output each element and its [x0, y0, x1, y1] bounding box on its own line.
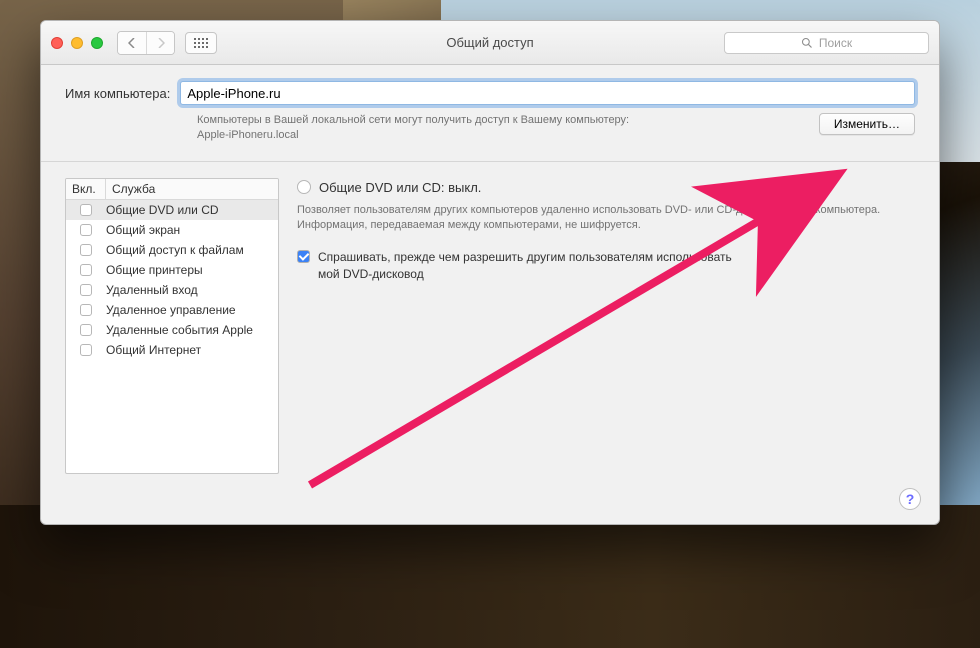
back-button[interactable] [118, 32, 146, 54]
search-field[interactable]: Поиск [724, 32, 929, 54]
service-row[interactable]: Общие DVD или CD [66, 200, 278, 220]
service-checkbox[interactable] [80, 224, 92, 236]
service-label: Общий экран [106, 223, 278, 237]
service-row[interactable]: Удаленные события Apple [66, 320, 278, 340]
service-row[interactable]: Общие принтеры [66, 260, 278, 280]
window-controls [51, 37, 103, 49]
services-table-body: Общие DVD или CD Общий экран Общий досту… [66, 200, 278, 360]
service-label: Общие DVD или CD [106, 203, 278, 217]
service-label: Общий доступ к файлам [106, 243, 278, 257]
services-table-header: Вкл. Служба [66, 179, 278, 200]
service-label: Общие принтеры [106, 263, 278, 277]
services-table: Вкл. Служба Общие DVD или CD Общий экран… [65, 178, 279, 474]
titlebar: Общий доступ Поиск [41, 21, 939, 65]
grid-icon [194, 38, 208, 48]
service-detail-pane: Общие DVD или CD: выкл. Позволяет пользо… [297, 178, 915, 502]
service-checkbox[interactable] [80, 204, 92, 216]
computer-name-label: Имя компьютера: [65, 86, 170, 101]
service-checkbox[interactable] [80, 304, 92, 316]
close-window-button[interactable] [51, 37, 63, 49]
forward-button[interactable] [146, 32, 174, 54]
ask-before-allow-checkbox[interactable] [297, 250, 310, 263]
service-row[interactable]: Общий Интернет [66, 340, 278, 360]
computer-name-input[interactable] [180, 81, 915, 105]
service-row[interactable]: Общий доступ к файлам [66, 240, 278, 260]
search-icon [801, 37, 813, 49]
service-checkbox[interactable] [80, 344, 92, 356]
status-radio-off[interactable] [297, 180, 311, 194]
computer-name-section: Имя компьютера: Компьютеры в Вашей локал… [41, 65, 939, 162]
service-status-description: Позволяет пользователям других компьютер… [297, 203, 915, 234]
show-all-button[interactable] [185, 32, 217, 54]
column-header-service[interactable]: Служба [106, 179, 278, 199]
help-button[interactable]: ? [899, 488, 921, 510]
edit-hostname-button[interactable]: Изменить… [819, 113, 915, 135]
sharing-prefpane-window: Общий доступ Поиск Имя компьютера: Компь… [40, 20, 940, 525]
service-label: Удаленный вход [106, 283, 278, 297]
service-row[interactable]: Общий экран [66, 220, 278, 240]
service-status-title: Общие DVD или CD: выкл. [319, 180, 481, 195]
zoom-window-button[interactable] [91, 37, 103, 49]
main-area: Вкл. Служба Общие DVD или CD Общий экран… [41, 162, 939, 524]
minimize-window-button[interactable] [71, 37, 83, 49]
ask-before-allow-label: Спрашивать, прежде чем разрешить другим … [318, 249, 738, 281]
service-checkbox[interactable] [80, 324, 92, 336]
service-checkbox[interactable] [80, 264, 92, 276]
column-header-on[interactable]: Вкл. [66, 179, 106, 199]
service-label: Общий Интернет [106, 343, 278, 357]
service-row[interactable]: Удаленное управление [66, 300, 278, 320]
service-checkbox[interactable] [80, 244, 92, 256]
service-label: Удаленные события Apple [106, 323, 278, 337]
search-placeholder: Поиск [819, 36, 852, 50]
nav-segmented-control [117, 31, 175, 55]
service-label: Удаленное управление [106, 303, 278, 317]
service-checkbox[interactable] [80, 284, 92, 296]
computer-name-description: Компьютеры в Вашей локальной сети могут … [197, 113, 637, 143]
service-row[interactable]: Удаленный вход [66, 280, 278, 300]
